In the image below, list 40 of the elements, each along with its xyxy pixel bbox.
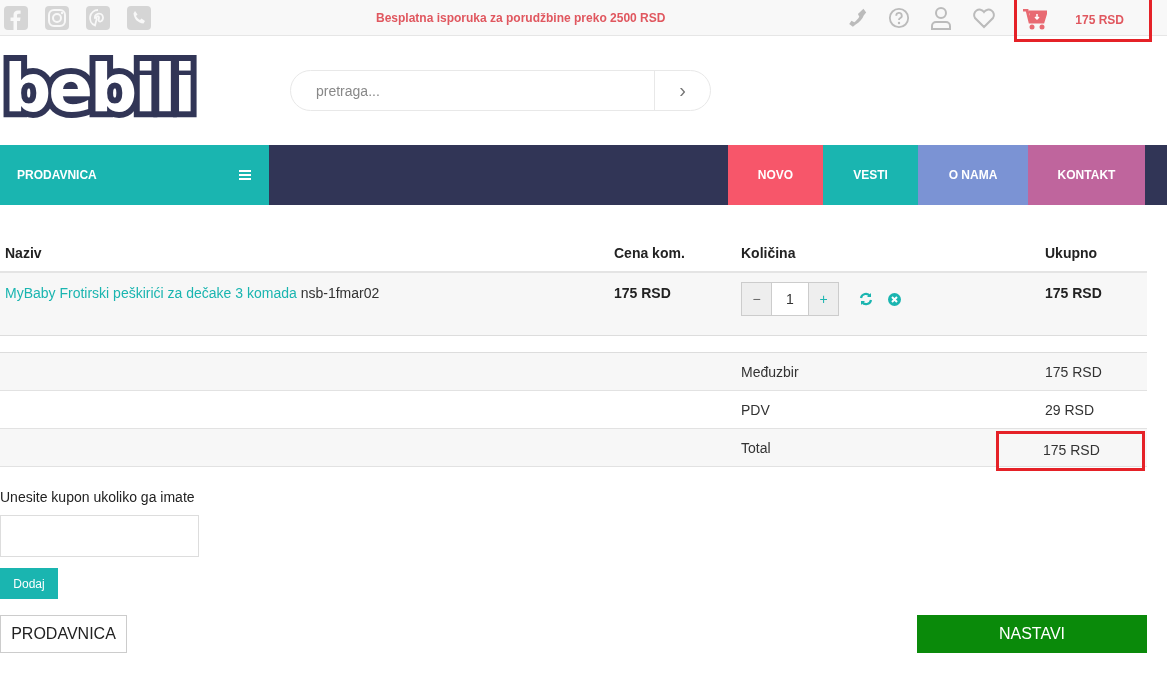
summary-label: Međuzbir bbox=[740, 363, 800, 380]
column-header: Količina bbox=[740, 245, 797, 261]
logo[interactable]: bebili bbox=[0, 55, 290, 122]
product-code: nsb-1fmar02 bbox=[300, 285, 380, 301]
cart-icon bbox=[1023, 8, 1048, 31]
unit-price: 175 RSD bbox=[613, 285, 672, 301]
column-header: Naziv bbox=[4, 245, 43, 261]
coupon-label: Unesite kupon ukoliko ga imate bbox=[0, 489, 196, 505]
summary-value: 29 RSD bbox=[1045, 401, 1095, 418]
column-header: Ukupno bbox=[1044, 245, 1099, 261]
summary-label: Total bbox=[740, 439, 772, 456]
remove-icon[interactable] bbox=[888, 292, 901, 306]
nav-link[interactable]: VESTI bbox=[823, 145, 918, 205]
column-header: Cena kom. bbox=[613, 245, 686, 261]
heart-icon[interactable] bbox=[972, 6, 997, 29]
pinterest-icon[interactable] bbox=[86, 5, 110, 30]
shop-menu-button[interactable]: PRODAVNICA bbox=[0, 145, 269, 205]
help-icon[interactable] bbox=[888, 6, 911, 29]
continue-button[interactable]: NASTAVI bbox=[917, 615, 1147, 653]
add-coupon-button[interactable]: Dodaj bbox=[0, 568, 58, 599]
summary-label: PDV bbox=[740, 401, 771, 418]
line-total: 175 RSD bbox=[1044, 285, 1103, 301]
cart-total: 175 RSD bbox=[1075, 12, 1124, 27]
product-link[interactable]: MyBaby Frotirski peškirići za dečake 3 komada bbox=[5, 285, 297, 301]
facebook-icon[interactable] bbox=[4, 5, 28, 30]
search-button[interactable]: › bbox=[654, 71, 710, 110]
menu-icon bbox=[239, 170, 251, 180]
summary-value: 175 RSD bbox=[1045, 363, 1102, 380]
cart-summary[interactable]: 175 RSD bbox=[1014, 0, 1152, 42]
phone-icon[interactable] bbox=[127, 5, 151, 30]
instagram-icon[interactable] bbox=[45, 5, 69, 30]
nav-link[interactable]: NOVO bbox=[728, 145, 823, 205]
shipping-notice: Besplatna isporuka za porudžbine preko 2500 RSD bbox=[376, 10, 667, 25]
coupon-field[interactable] bbox=[0, 515, 199, 557]
nav-link[interactable]: KONTAKT bbox=[1028, 145, 1145, 205]
nav-link[interactable]: O NAMA bbox=[918, 145, 1028, 205]
summary-value: 175 RSD bbox=[996, 431, 1145, 471]
refresh-icon[interactable] bbox=[859, 292, 873, 306]
shop-button[interactable]: PRODAVNICA bbox=[0, 615, 127, 653]
user-icon[interactable] bbox=[930, 5, 953, 30]
